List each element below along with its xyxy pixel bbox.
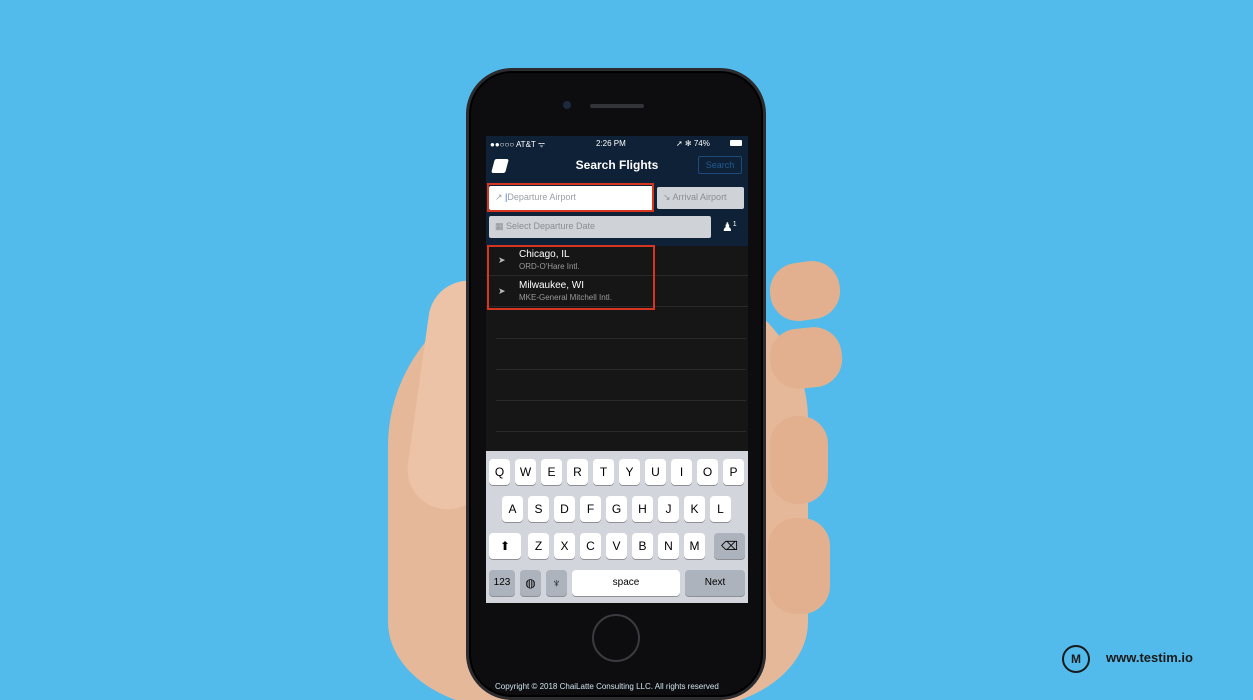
passenger-count: 1 xyxy=(732,221,737,228)
divider xyxy=(496,338,746,339)
backspace-icon: ⌫ xyxy=(721,539,738,553)
backspace-key[interactable]: ⌫ xyxy=(714,533,745,559)
earpiece-speaker xyxy=(590,104,644,108)
finger xyxy=(770,416,828,504)
arrival-airport-input[interactable]: ↘ Arrival Airport xyxy=(657,187,744,209)
divider xyxy=(496,400,746,401)
key-u[interactable]: U xyxy=(645,459,666,485)
brand-url: www.testim.io xyxy=(1106,650,1193,665)
dictation-key[interactable]: ♆ xyxy=(546,570,567,596)
key-o[interactable]: O xyxy=(697,459,718,485)
next-key[interactable]: Next xyxy=(685,570,745,596)
person-icon: ♟ xyxy=(722,220,733,234)
key-n[interactable]: N xyxy=(658,533,679,559)
copyright-text: Copyright © 2018 ChaiLatte Consulting LL… xyxy=(495,682,719,691)
highlight-results xyxy=(487,245,655,310)
key-x[interactable]: X xyxy=(554,533,575,559)
shift-key[interactable]: ⬆ xyxy=(489,533,521,559)
on-screen-keyboard: Q W E R T Y U I O P A S D F G H J K L ⬆ … xyxy=(486,451,748,603)
battery-icon xyxy=(730,140,742,146)
key-j[interactable]: J xyxy=(658,496,679,522)
key-f[interactable]: F xyxy=(580,496,601,522)
finger xyxy=(767,324,845,392)
arrival-arrow-icon: ↘ xyxy=(663,192,673,202)
passenger-selector[interactable]: ♟1 xyxy=(722,220,737,234)
arrival-placeholder: Arrival Airport xyxy=(672,192,727,202)
divider xyxy=(496,431,746,432)
testim-logo-icon: M xyxy=(1062,645,1090,673)
status-bar: ●●○○○ AT&T ᯤ 2:26 PM ➚ ✻ 74% xyxy=(486,136,748,150)
key-r[interactable]: R xyxy=(567,459,588,485)
key-y[interactable]: Y xyxy=(619,459,640,485)
key-m[interactable]: M xyxy=(684,533,705,559)
key-q[interactable]: Q xyxy=(489,459,510,485)
status-time: 2:26 PM xyxy=(596,139,626,148)
key-i[interactable]: I xyxy=(671,459,692,485)
key-g[interactable]: G xyxy=(606,496,627,522)
globe-key[interactable]: ◍ xyxy=(520,570,541,596)
key-e[interactable]: E xyxy=(541,459,562,485)
key-z[interactable]: Z xyxy=(528,533,549,559)
carrier-signal: ●●○○○ AT&T ᯤ xyxy=(490,140,546,149)
finger xyxy=(766,257,844,325)
key-w[interactable]: W xyxy=(515,459,536,485)
globe-icon: ◍ xyxy=(525,576,536,590)
finger xyxy=(768,518,830,614)
key-a[interactable]: A xyxy=(502,496,523,522)
departure-date-input[interactable]: ▦ Select Departure Date xyxy=(489,216,711,238)
key-b[interactable]: B xyxy=(632,533,653,559)
numbers-key[interactable]: 123 xyxy=(489,570,515,596)
key-l[interactable]: L xyxy=(710,496,731,522)
calendar-icon: ▦ xyxy=(495,221,507,231)
space-key[interactable]: space xyxy=(572,570,680,596)
microphone-icon: ♆ xyxy=(552,576,561,590)
date-placeholder: Select Departure Date xyxy=(506,221,596,231)
key-h[interactable]: H xyxy=(632,496,653,522)
battery-percent: ➚ ✻ 74% xyxy=(676,139,710,148)
key-p[interactable]: P xyxy=(723,459,744,485)
key-c[interactable]: C xyxy=(580,533,601,559)
home-button[interactable] xyxy=(592,614,640,662)
divider xyxy=(496,369,746,370)
key-d[interactable]: D xyxy=(554,496,575,522)
highlight-departure-field xyxy=(487,183,654,212)
key-s[interactable]: S xyxy=(528,496,549,522)
front-camera xyxy=(563,101,571,109)
search-button[interactable]: Search xyxy=(698,156,742,174)
key-v[interactable]: V xyxy=(606,533,627,559)
key-k[interactable]: K xyxy=(684,496,705,522)
key-t[interactable]: T xyxy=(593,459,614,485)
shift-icon: ⬆ xyxy=(499,539,511,553)
